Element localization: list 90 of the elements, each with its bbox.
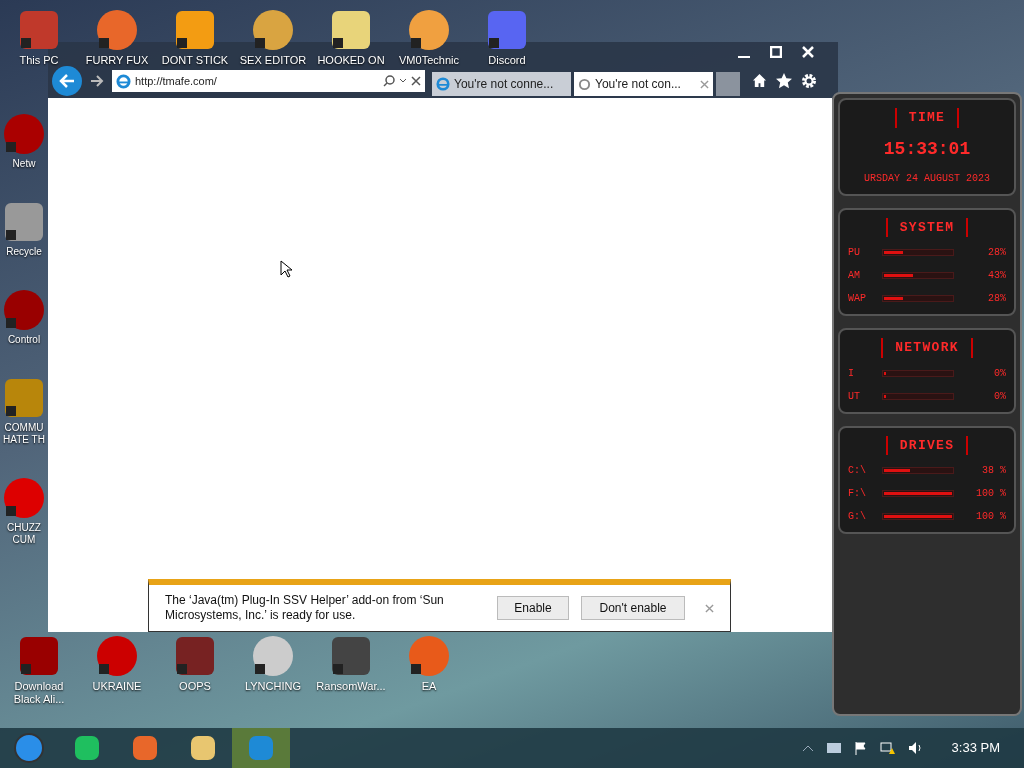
start-orb-icon	[14, 733, 44, 763]
loading-spinner-icon	[578, 77, 591, 91]
panel-heading: DRIVES	[885, 435, 969, 455]
meter-value: 100 %	[976, 487, 1006, 501]
tray-app-icon[interactable]	[825, 741, 842, 755]
back-arrow-icon	[59, 74, 75, 88]
icon-label[interactable]: COMMU HATE TH	[0, 422, 48, 446]
meter-value: 38 %	[982, 464, 1006, 478]
browser-tab[interactable]: You're not conne...	[432, 72, 571, 96]
meter-label: PU	[848, 246, 861, 260]
address-bar[interactable]: http://tmafe.com/	[112, 70, 425, 92]
mouse-cursor-icon	[280, 260, 292, 278]
maximize-icon[interactable]	[770, 46, 782, 58]
meter-label: WAP	[848, 292, 867, 306]
meter-label: I	[848, 366, 855, 381]
caret-icon[interactable]	[399, 78, 407, 84]
back-button[interactable]	[52, 66, 82, 96]
star-icon[interactable]	[776, 73, 792, 89]
meter-label: C:\	[848, 464, 867, 478]
app-icon	[72, 733, 102, 763]
icon-label[interactable]: DONT STICK	[161, 54, 229, 67]
stop-icon[interactable]	[411, 76, 421, 86]
icon-label[interactable]: CHUZZ CUM	[0, 522, 48, 546]
date-text: URSDAY 24 AUGUST 2023	[864, 171, 990, 186]
icon-label[interactable]: FURRY FUX	[85, 54, 149, 67]
app-icon	[173, 634, 217, 678]
icon-label[interactable]: HOOKED ON	[317, 54, 385, 67]
app-icon	[95, 8, 139, 52]
meter-label: AM	[848, 269, 861, 283]
taskbar-clock[interactable]: 3:33 PM	[951, 738, 1000, 758]
meter-label: UT	[848, 389, 861, 404]
app-icon	[251, 634, 295, 678]
app-icon	[329, 8, 373, 52]
browser-e-icon	[116, 73, 131, 89]
app-icon	[246, 733, 276, 763]
meter-value: 28%	[988, 246, 1006, 260]
icon-label[interactable]: OOPS	[179, 680, 211, 693]
notification-message: The ‘Java(tm) Plug-In SSV Helper’ add-on from ‘Sun Microsystems, Inc.’ is ready for use.	[165, 593, 445, 623]
meter-value: 43%	[988, 269, 1006, 283]
search-icon[interactable]	[383, 75, 395, 87]
app-icon	[485, 8, 529, 52]
tab-title: You're not conne...	[454, 76, 554, 93]
meter-value: 0%	[994, 389, 1006, 404]
network-warning-icon[interactable]	[879, 741, 896, 755]
app-icon	[130, 733, 160, 763]
app-icon	[2, 112, 46, 156]
app-icon	[407, 8, 451, 52]
address-text: http://tmafe.com/	[135, 73, 217, 89]
home-icon[interactable]	[752, 73, 767, 88]
panel-heading: NETWORK	[881, 338, 973, 358]
icon-label[interactable]: VM0Technic	[399, 54, 459, 67]
icon-label[interactable]: Download Black Ali...	[0, 680, 78, 706]
settings-icon[interactable]	[801, 73, 817, 89]
app-icon	[95, 634, 139, 678]
icon-label[interactable]: SEX EDITOR	[239, 54, 307, 67]
flag-icon[interactable]	[853, 741, 868, 755]
app-icon	[2, 288, 46, 332]
app-icon	[188, 733, 218, 763]
app-icon	[17, 634, 61, 678]
app-icon	[17, 8, 61, 52]
browser-tab[interactable]: You're not con...	[574, 72, 713, 96]
app-icon	[407, 634, 451, 678]
app-icon	[2, 200, 46, 244]
chevron-up-icon[interactable]	[801, 744, 814, 752]
icon-label[interactable]: Recycle	[6, 246, 42, 258]
clock-text: 15:33:01	[883, 137, 971, 161]
icon-label[interactable]: Discord	[488, 54, 526, 67]
app-icon	[173, 8, 217, 52]
panel-heading: TIME	[894, 108, 960, 128]
meter-value: 0%	[994, 366, 1006, 381]
meter-value: 28%	[988, 292, 1006, 306]
icon-label[interactable]: Netw	[12, 158, 36, 170]
meter-label: F:\	[848, 487, 867, 501]
meter-value: 100 %	[976, 510, 1006, 524]
close-tab-icon[interactable]	[700, 79, 709, 89]
tab-title: You're not con...	[595, 76, 681, 93]
icon-label[interactable]: This PC	[19, 54, 59, 67]
forward-arrow-icon[interactable]	[90, 75, 104, 87]
speaker-icon[interactable]	[907, 741, 924, 755]
browser-e-icon	[436, 77, 450, 91]
app-icon	[251, 8, 295, 52]
app-icon	[2, 476, 46, 520]
notification-button[interactable]: Don't enable	[581, 596, 685, 620]
meter-label: G:\	[848, 510, 867, 524]
notification-button[interactable]: Enable	[497, 596, 569, 620]
app-icon	[329, 634, 373, 678]
icon-label[interactable]: Control	[7, 334, 41, 346]
app-icon	[2, 376, 46, 420]
icon-label[interactable]: UKRAINE	[92, 680, 142, 693]
panel-heading: SYSTEM	[885, 217, 969, 237]
